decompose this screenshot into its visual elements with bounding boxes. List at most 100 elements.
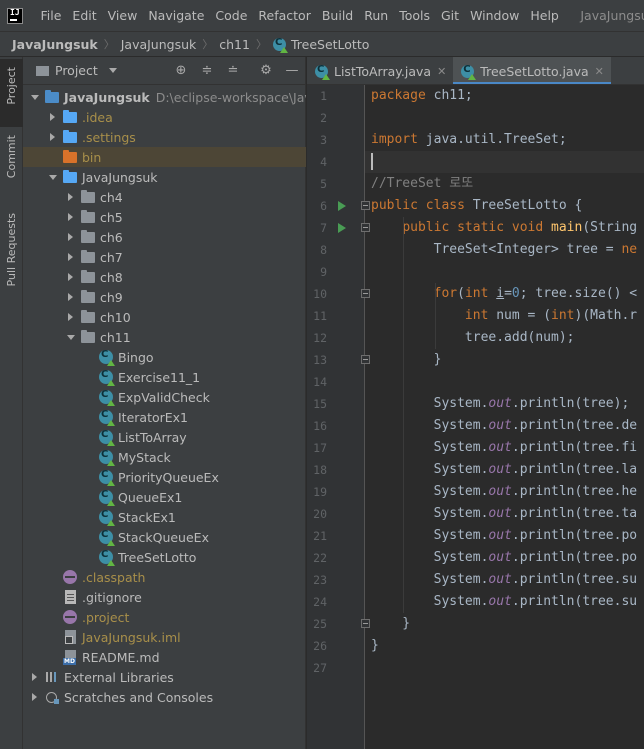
code-line[interactable]: System.out.println(tree.la: [371, 459, 638, 481]
tree-item[interactable]: JavaJungsuk D:\eclipse-workspace\JavaJun: [23, 87, 306, 107]
code-line[interactable]: System.out.println(tree.de: [371, 415, 638, 437]
menu-file[interactable]: File: [35, 8, 67, 23]
editor-tab-listtoarray[interactable]: ListToArray.java ✕: [307, 57, 453, 84]
chevron-right-icon[interactable]: [65, 231, 77, 243]
menu-build[interactable]: Build: [316, 8, 358, 23]
tree-item[interactable]: ch9: [23, 287, 306, 307]
breadcrumb-module[interactable]: JavaJungsuk: [121, 37, 197, 52]
chevron-right-icon[interactable]: [65, 271, 77, 283]
menu-refactor[interactable]: Refactor: [253, 8, 316, 23]
chevron-right-icon[interactable]: [29, 691, 41, 703]
menu-git[interactable]: Git: [436, 8, 465, 23]
tree-item[interactable]: PriorityQueueEx: [23, 467, 306, 487]
code-line[interactable]: //TreeSet 로또: [371, 173, 473, 195]
code-line[interactable]: System.out.println(tree.po: [371, 525, 638, 547]
project-panel-title[interactable]: Project: [55, 63, 98, 78]
tree-item[interactable]: ch10: [23, 307, 306, 327]
code-text-area[interactable]: package ch11; import java.util.TreeSet; //…: [365, 85, 644, 749]
code-line[interactable]: public static void main(String: [371, 217, 637, 239]
code-line[interactable]: System.out.println(tree.su: [371, 591, 638, 613]
code-line[interactable]: }: [371, 635, 379, 657]
tree-item[interactable]: StackQueueEx: [23, 527, 306, 547]
run-icon[interactable]: [338, 201, 346, 211]
tree-item[interactable]: QueueEx1: [23, 487, 306, 507]
collapse-all-icon[interactable]: ≐: [226, 64, 240, 78]
code-line[interactable]: }: [371, 613, 410, 635]
view-mode-dropdown-icon[interactable]: [108, 68, 117, 73]
tree-item[interactable]: ch11: [23, 327, 306, 347]
chevron-right-icon[interactable]: [47, 111, 59, 123]
close-icon[interactable]: ✕: [437, 65, 446, 78]
editor-tab-treesetlotto[interactable]: TreeSetLotto.java ✕: [453, 57, 611, 84]
hide-panel-icon[interactable]: —: [285, 64, 299, 78]
menu-window[interactable]: Window: [465, 8, 525, 23]
intellij-logo-icon[interactable]: [7, 7, 23, 24]
chevron-down-icon[interactable]: [29, 91, 41, 103]
code-line[interactable]: System.out.println(tree);: [371, 393, 630, 415]
expand-all-icon[interactable]: ≑: [200, 64, 214, 78]
tree-item[interactable]: ListToArray: [23, 427, 306, 447]
tool-tab-project[interactable]: Project: [0, 59, 23, 127]
chevron-right-icon[interactable]: [65, 291, 77, 303]
code-line[interactable]: System.out.println(tree.su: [371, 569, 638, 591]
breadcrumb-package[interactable]: ch11: [219, 37, 250, 52]
tree-item[interactable]: StackEx1: [23, 507, 306, 527]
tree-item[interactable]: ch4: [23, 187, 306, 207]
menu-tools[interactable]: Tools: [394, 8, 436, 23]
tree-item[interactable]: TreeSetLotto: [23, 547, 306, 567]
tree-item[interactable]: JavaJungsuk.iml: [23, 627, 306, 647]
chevron-right-icon[interactable]: [65, 191, 77, 203]
close-icon[interactable]: ✕: [595, 65, 604, 78]
chevron-right-icon[interactable]: [47, 131, 59, 143]
tree-item[interactable]: .idea: [23, 107, 306, 127]
tree-item[interactable]: ch5: [23, 207, 306, 227]
chevron-down-icon[interactable]: [65, 331, 77, 343]
tree-item[interactable]: README.md: [23, 647, 306, 667]
tool-tab-commit[interactable]: Commit: [0, 135, 23, 201]
gear-icon[interactable]: ⚙: [259, 64, 273, 78]
code-line[interactable]: System.out.println(tree.fi: [371, 437, 638, 459]
code-line[interactable]: System.out.println(tree.po: [371, 547, 638, 569]
breadcrumb-project[interactable]: JavaJungsuk: [12, 37, 98, 52]
chevron-right-icon[interactable]: [29, 671, 41, 683]
tree-item[interactable]: .project: [23, 607, 306, 627]
code-line[interactable]: System.out.println(tree.he: [371, 481, 638, 503]
code-line[interactable]: TreeSet<Integer> tree = ne: [371, 239, 638, 261]
code-line[interactable]: for(int i=0; tree.size() <: [371, 283, 638, 305]
tree-item[interactable]: ExpValidCheck: [23, 387, 306, 407]
code-line[interactable]: package ch11;: [371, 85, 473, 107]
tree-item[interactable]: External Libraries: [23, 667, 306, 687]
editor-gutter[interactable]: 1 2 3 4 5 6 7 8 9 10 11 12 13 14 15 16 17 18 19 20 21 22 23 24 2…: [307, 85, 370, 749]
code-line[interactable]: System.out.println(tree.ta: [371, 503, 638, 525]
chevron-right-icon[interactable]: [65, 311, 77, 323]
breadcrumb-class[interactable]: TreeSetLotto: [291, 37, 369, 52]
tree-item[interactable]: Bingo: [23, 347, 306, 367]
menu-navigate[interactable]: Navigate: [143, 8, 210, 23]
code-line[interactable]: int num = (int)(Math.r: [371, 305, 637, 327]
tool-tab-pull-requests[interactable]: Pull Requests: [0, 213, 23, 305]
tree-item[interactable]: bin: [23, 147, 306, 167]
code-line[interactable]: public class TreeSetLotto {: [371, 195, 582, 217]
tree-item[interactable]: MyStack: [23, 447, 306, 467]
menu-code[interactable]: Code: [210, 8, 253, 23]
menu-help[interactable]: Help: [525, 8, 565, 23]
tree-item[interactable]: IteratorEx1: [23, 407, 306, 427]
tree-item[interactable]: ch8: [23, 267, 306, 287]
tree-item[interactable]: ch6: [23, 227, 306, 247]
tree-item[interactable]: .gitignore: [23, 587, 306, 607]
locate-file-icon[interactable]: ⊕: [174, 64, 188, 78]
chevron-right-icon[interactable]: [65, 211, 77, 223]
menu-run[interactable]: Run: [359, 8, 394, 23]
code-line[interactable]: tree.add(num);: [371, 327, 575, 349]
code-line[interactable]: }: [371, 349, 442, 371]
tree-item[interactable]: .settings: [23, 127, 306, 147]
tree-item[interactable]: JavaJungsuk: [23, 167, 306, 187]
tree-item[interactable]: ch7: [23, 247, 306, 267]
tree-item[interactable]: .classpath: [23, 567, 306, 587]
chevron-down-icon[interactable]: [47, 171, 59, 183]
tree-item[interactable]: Exercise11_1: [23, 367, 306, 387]
menu-view[interactable]: View: [102, 8, 143, 23]
run-icon[interactable]: [338, 223, 346, 233]
tree-item[interactable]: Scratches and Consoles: [23, 687, 306, 707]
menu-edit[interactable]: Edit: [67, 8, 102, 23]
